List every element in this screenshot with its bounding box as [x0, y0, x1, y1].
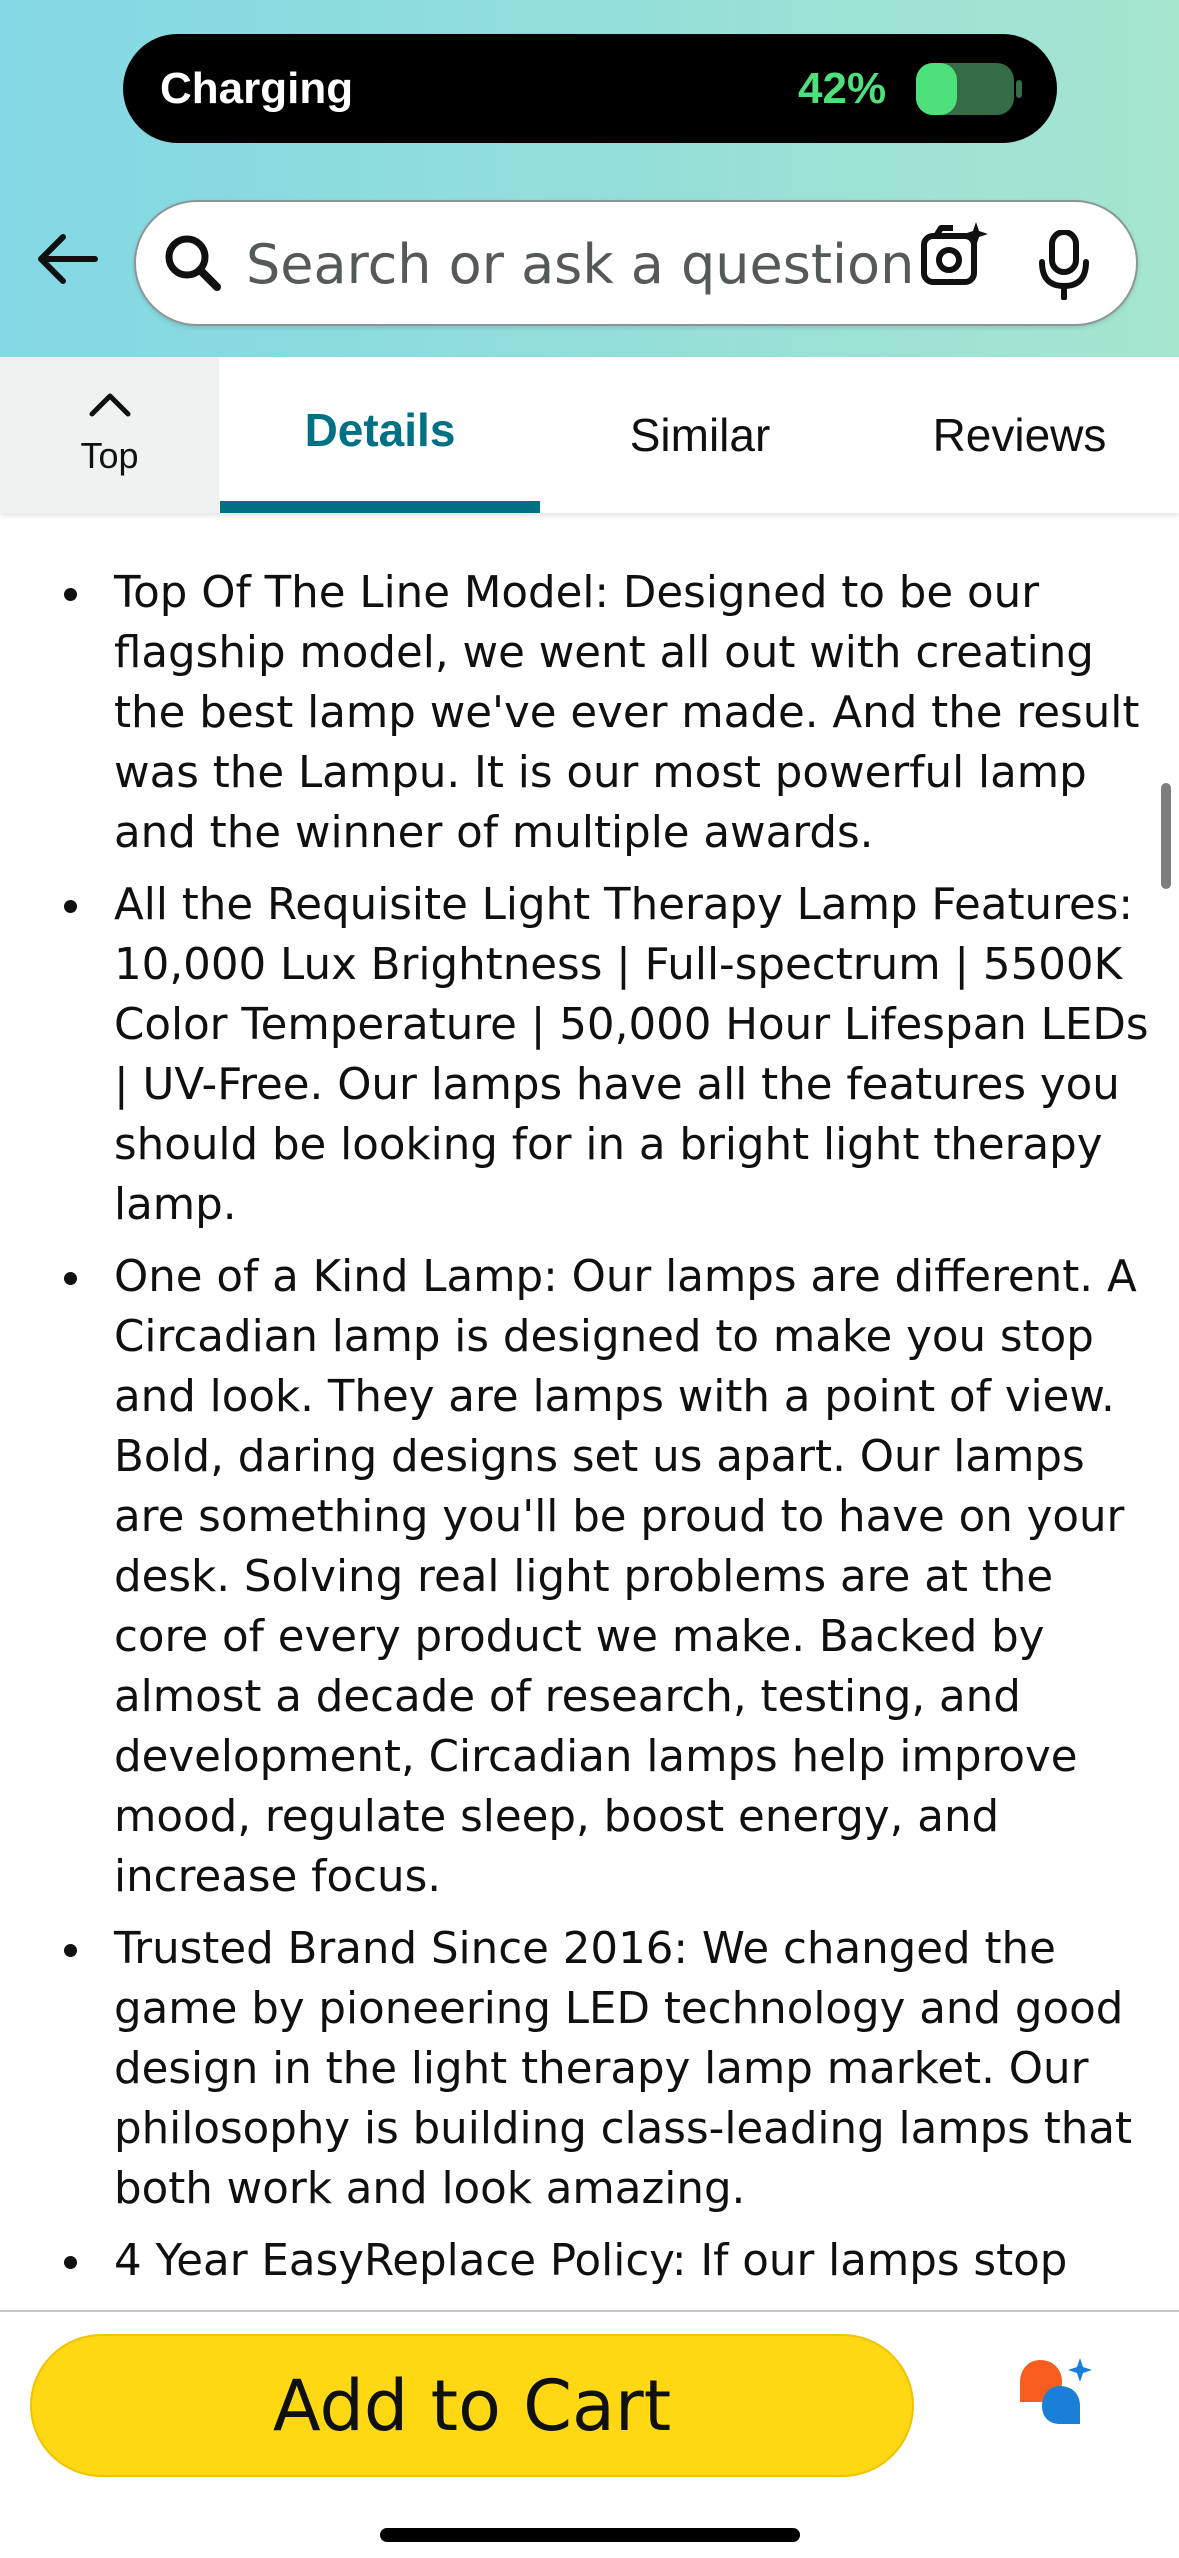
add-to-cart-button[interactable]: Add to Cart	[30, 2334, 914, 2477]
home-indicator	[380, 2528, 800, 2542]
feature-bullet: One of a Kind Lamp: Our lamps are differ…	[64, 1247, 1149, 1907]
tab-top-label: Top	[80, 435, 139, 476]
arrow-left-icon	[38, 234, 98, 284]
tab-similar-label: Similar	[629, 409, 771, 461]
feature-bullet-list: Top Of The Line Model: Designed to be ou…	[0, 563, 1179, 2303]
tab-details-label: Details	[304, 404, 456, 456]
charging-label: Charging	[160, 64, 354, 113]
product-details-content[interactable]: Top Of The Line Model: Designed to be ou…	[0, 513, 1179, 2310]
assistant-button[interactable]	[1014, 2356, 1094, 2430]
search-bar[interactable]	[134, 200, 1138, 326]
active-tab-indicator	[220, 501, 540, 513]
feature-bullet: Trusted Brand Since 2016: We changed the…	[64, 1919, 1149, 2219]
tab-reviews[interactable]: Reviews	[860, 357, 1179, 513]
voice-search-button[interactable]	[1038, 229, 1090, 304]
tab-top[interactable]: Top	[0, 357, 219, 513]
chevron-up-icon	[89, 393, 131, 417]
tab-similar[interactable]: Similar	[540, 357, 860, 513]
tab-details[interactable]: Details	[220, 357, 540, 513]
camera-sparkle-icon	[921, 222, 988, 285]
bottom-action-bar: Add to Cart	[0, 2310, 1179, 2558]
camera-search-button[interactable]	[912, 220, 990, 296]
feature-bullet: Top Of The Line Model: Designed to be ou…	[64, 563, 1149, 863]
tab-bar: Top Details Similar Reviews	[0, 357, 1179, 513]
microphone-icon	[1039, 229, 1089, 301]
battery-percentage: 42%	[798, 64, 887, 113]
feature-bullet: All the Requisite Light Therapy Lamp Fea…	[64, 875, 1149, 1235]
feature-bullet: 4 Year EasyReplace Policy: If our lamps …	[64, 2231, 1149, 2291]
battery-icon	[916, 63, 1022, 115]
rufus-assistant-icon	[1020, 2358, 1092, 2424]
search-icon	[165, 235, 221, 291]
header: Charging 42%	[0, 0, 1179, 357]
status-bar: Charging 42%	[123, 34, 1057, 143]
scrollbar-thumb[interactable]	[1161, 783, 1171, 889]
back-button[interactable]	[30, 222, 104, 296]
tab-reviews-label: Reviews	[932, 409, 1107, 461]
